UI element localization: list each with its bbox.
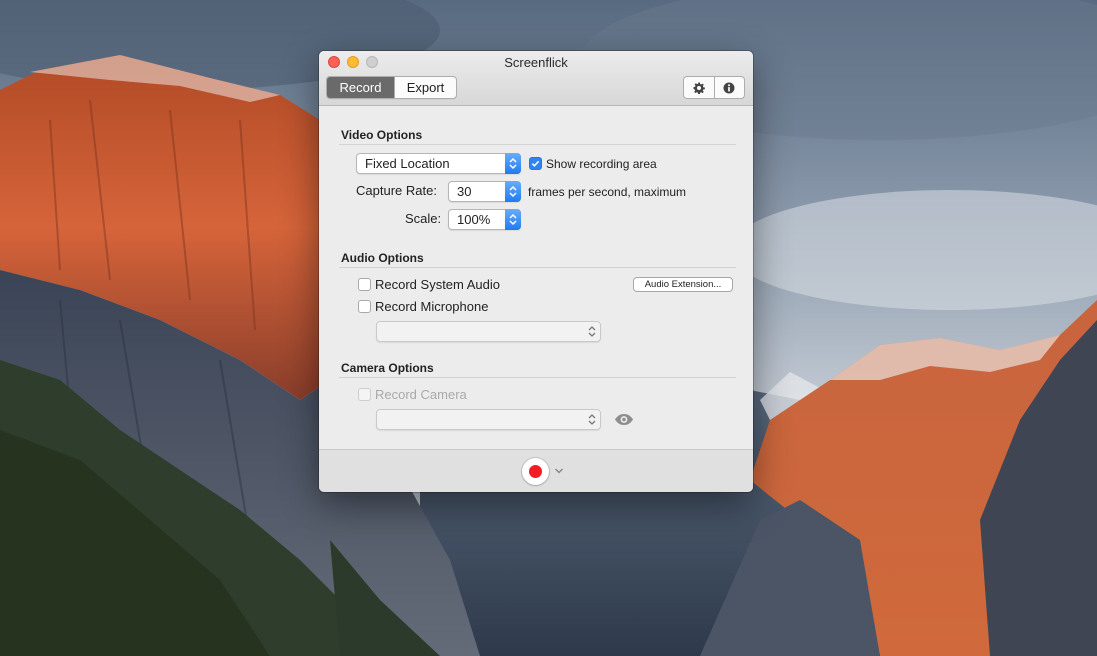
audio-options-separator [339, 267, 736, 268]
record-camera-checkbox[interactable] [358, 388, 371, 401]
footer-bar [319, 449, 753, 492]
audio-extension-button[interactable]: Audio Extension... [633, 277, 733, 292]
video-options-heading: Video Options [341, 128, 423, 142]
capture-rate-combo[interactable]: 30 [448, 181, 521, 202]
checkmark-icon [531, 160, 540, 167]
titlebar: Screenflick Record Export [319, 51, 753, 106]
camera-source-select[interactable] [376, 409, 601, 430]
record-system-audio-checkbox[interactable] [358, 278, 371, 291]
select-arrows-icon [587, 410, 597, 429]
tab-record[interactable]: Record [327, 77, 394, 98]
select-arrows-icon [505, 181, 521, 202]
screenflick-window: Screenflick Record Export Video Options [319, 51, 753, 492]
mode-tabs: Record Export [326, 76, 457, 99]
info-button[interactable] [713, 77, 745, 98]
show-recording-area-checkbox[interactable] [529, 157, 542, 170]
record-camera-label: Record Camera [375, 387, 467, 402]
eye-icon[interactable] [614, 413, 634, 426]
info-icon [723, 82, 735, 93]
audio-options-heading: Audio Options [341, 251, 424, 265]
tab-export[interactable]: Export [394, 77, 456, 98]
select-arrows-icon [505, 209, 521, 230]
camera-options-separator [339, 377, 736, 378]
record-icon [529, 465, 542, 478]
preferences-button[interactable] [684, 77, 714, 98]
select-arrows-icon [505, 153, 521, 174]
record-system-audio-label: Record System Audio [375, 277, 501, 292]
scale-select[interactable]: 100% [448, 209, 521, 230]
toolbar-buttons [683, 76, 745, 99]
video-mode-select[interactable]: Fixed Location [356, 153, 521, 174]
video-options-separator [339, 144, 736, 145]
record-microphone-label: Record Microphone [375, 299, 489, 314]
select-arrows-icon [587, 322, 597, 341]
window-title: Screenflick [504, 55, 568, 70]
capture-rate-label: Capture Rate: [356, 183, 437, 198]
start-recording-button[interactable] [522, 458, 549, 485]
show-recording-area-label: Show recording area [546, 157, 657, 171]
chevron-down-icon[interactable] [554, 467, 564, 475]
microphone-source-select[interactable] [376, 321, 601, 342]
record-microphone-checkbox[interactable] [358, 300, 371, 313]
gear-icon [693, 82, 705, 94]
capture-rate-suffix: frames per second, maximum [528, 185, 687, 199]
capture-rate-value: 30 [457, 184, 472, 199]
video-mode-value: Fixed Location [365, 156, 450, 171]
scale-label: Scale: [405, 211, 442, 226]
scale-value: 100% [457, 212, 491, 227]
camera-options-heading: Camera Options [341, 361, 434, 375]
